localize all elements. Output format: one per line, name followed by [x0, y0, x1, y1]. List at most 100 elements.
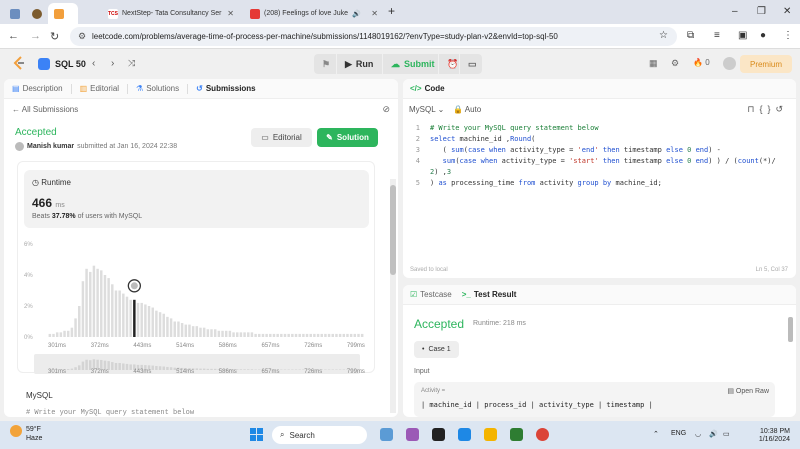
settings-gear-icon[interactable]: ⚙ — [671, 58, 679, 69]
chart-bar — [74, 318, 77, 337]
scrollbar[interactable] — [390, 179, 396, 413]
code-line[interactable]: 4 sum(case when activity_type = 'start' … — [403, 156, 796, 167]
auto-mode[interactable]: 🔒 Auto — [453, 105, 481, 114]
chart-bar — [118, 290, 121, 337]
clock[interactable]: 10:38 PM 1/16/2024 — [759, 428, 790, 444]
all-submissions-link[interactable]: ← All Submissions — [12, 105, 78, 114]
shuffle-icon[interactable]: ⤨ — [128, 58, 135, 69]
tab-submissions[interactable]: ↺ Submissions — [188, 84, 264, 93]
security-icon[interactable] — [510, 428, 523, 441]
chrome-icon[interactable] — [536, 428, 549, 441]
leetcode-header: SQL 50 ‹ › ⤨ ⚑ ▶ Run ☁ Submit ⏰ ▭ ▦ ⚙ 🔥 0 … — [0, 49, 800, 79]
language-indicator[interactable]: ENG — [671, 430, 686, 437]
clock-icon: ◷ — [32, 178, 39, 187]
study-plan-label: SQL 50 — [55, 59, 86, 69]
code-line[interactable]: 3 ( sum(case when activity_type = 'end' … — [403, 145, 796, 156]
tab-leetcode-active[interactable] — [48, 3, 78, 24]
windows-start-icon[interactable] — [250, 428, 263, 441]
bookmark-icon[interactable]: ⊓ — [747, 104, 759, 114]
reload-icon[interactable]: ↻ — [50, 30, 59, 43]
editorial-button[interactable]: ▭ Editorial — [251, 128, 312, 147]
chevron-right-icon[interactable]: › — [111, 58, 114, 69]
open-raw-button[interactable]: ▤ Open Raw — [727, 387, 769, 395]
author-name[interactable]: Manish kumar — [27, 143, 74, 150]
extensions-icon[interactable]: ⧉ — [687, 30, 694, 41]
chevron-up-icon[interactable]: ⌃ — [653, 430, 659, 438]
share-link-icon[interactable]: ⊘ — [382, 104, 390, 115]
table-header: | machine_id | process_id | activity_typ… — [421, 401, 653, 409]
streak-counter[interactable]: 🔥 0 — [693, 58, 710, 67]
minimize-button[interactable]: – — [732, 6, 738, 17]
volume-icon[interactable]: 🔊 — [709, 430, 718, 438]
language-select[interactable]: MySQL ⌄ — [409, 105, 444, 114]
copilot-icon[interactable] — [406, 428, 419, 441]
close-icon[interactable]: ✕ — [371, 9, 378, 18]
forward-arrow-icon[interactable]: → — [30, 30, 41, 42]
notes-button[interactable]: ▭ — [460, 54, 482, 74]
wifi-icon[interactable]: ◡ — [695, 430, 701, 438]
close-icon[interactable]: ✕ — [227, 9, 234, 18]
battery-icon[interactable]: ▭ — [723, 430, 730, 438]
edge-icon[interactable] — [458, 428, 471, 441]
close-window-button[interactable]: ✕ — [783, 6, 791, 17]
tab-editorial[interactable]: ▥ Editorial — [72, 84, 127, 93]
code-text: # Write your MySQL query statement below — [430, 124, 599, 132]
tab-tcs[interactable]: TCS NextStep- Tata Consultancy Ser ✕ — [102, 3, 240, 24]
debug-button[interactable]: ⚑ — [314, 54, 336, 74]
bookmark-star-icon[interactable]: ☆ — [659, 30, 668, 41]
scrollbar-thumb[interactable] — [390, 185, 396, 275]
study-plan-title[interactable]: SQL 50 — [38, 58, 86, 70]
store-icon[interactable] — [432, 428, 445, 441]
tab-search-button[interactable]: ❐ — [757, 6, 766, 17]
profile-icon[interactable]: ● — [760, 30, 766, 41]
menu-icon[interactable]: ⋮ — [783, 30, 793, 41]
tab-screen[interactable] — [4, 3, 24, 24]
chart-bar — [144, 304, 147, 337]
site-info-icon[interactable]: ⚙ — [78, 31, 86, 42]
leetcode-logo-icon[interactable] — [13, 56, 25, 70]
folder-icon[interactable] — [484, 428, 497, 441]
tab-testcase[interactable]: ☑ Testcase — [410, 290, 452, 299]
runtime-number: 466 — [32, 196, 53, 210]
file-explorer-icon[interactable] — [380, 428, 393, 441]
tab-solutions[interactable]: ⚗ Solutions — [128, 84, 187, 93]
submit-button[interactable]: ☁ Submit — [383, 54, 438, 74]
chart-bar — [210, 329, 213, 337]
speaker-icon[interactable]: 🔊 — [352, 10, 361, 18]
runtime-card[interactable]: ◷ Runtime 466 ms Beats 37.78% of users w… — [24, 170, 369, 228]
timer-button[interactable]: ⏰ — [439, 54, 459, 74]
avatar[interactable] — [723, 57, 736, 70]
run-button[interactable]: ▶ Run — [337, 54, 382, 74]
code-line[interactable]: 5) as processing_time from activity grou… — [403, 178, 796, 189]
braces-icon[interactable]: {} — [759, 104, 775, 114]
runtime-distribution-chart[interactable]: 6% 4% 2% 0% 301ms 372ms 443ms 514ms 586ms 657ms 72… — [18, 232, 376, 374]
tcs-icon: TCS — [108, 8, 118, 19]
overview-bar — [247, 369, 250, 370]
solution-button[interactable]: ✎ Solution — [317, 128, 378, 147]
avatar[interactable] — [15, 142, 24, 151]
code-text: select machine_id ,Round( — [430, 135, 536, 143]
layout-grid-icon[interactable]: ▦ — [649, 58, 658, 69]
tab-description[interactable]: ▤ Description — [4, 84, 71, 93]
case-1-button[interactable]: • Case 1 — [414, 341, 459, 358]
premium-button[interactable]: Premium — [739, 55, 792, 73]
back-arrow-icon[interactable]: ← — [8, 30, 19, 42]
chevron-left-icon[interactable]: ‹ — [92, 58, 95, 69]
weather-condition: Haze — [26, 435, 43, 442]
url-bar[interactable]: ⚙ leetcode.com/problems/average-time-of-… — [70, 27, 677, 46]
queue-icon[interactable]: ≡ — [714, 30, 720, 41]
scrollbar[interactable] — [788, 317, 793, 342]
code-line[interactable]: 2 select machine_id ,Round( — [403, 134, 796, 145]
new-tab-button[interactable]: + — [388, 4, 395, 18]
code-line[interactable]: 1 # Write your MySQL query statement belo… — [403, 123, 796, 134]
sidepanel-icon[interactable]: ▣ — [738, 30, 747, 41]
reset-icon[interactable]: ↺ — [775, 104, 788, 114]
code-line[interactable]: 2) ,3 — [403, 167, 796, 178]
tab-test-result[interactable]: >_ Test Result — [462, 290, 517, 299]
tab-leetcode-pinned[interactable] — [26, 3, 46, 24]
tab-youtube[interactable]: (208) Feelings of love Juke 🔊 ✕ — [244, 3, 384, 24]
taskbar-search[interactable]: ⌕ Search — [272, 426, 367, 444]
code-editor[interactable]: 1 # Write your MySQL query statement belo… — [403, 123, 796, 189]
chart-bar — [272, 333, 276, 337]
weather-widget[interactable]: 59°F Haze — [10, 425, 42, 443]
